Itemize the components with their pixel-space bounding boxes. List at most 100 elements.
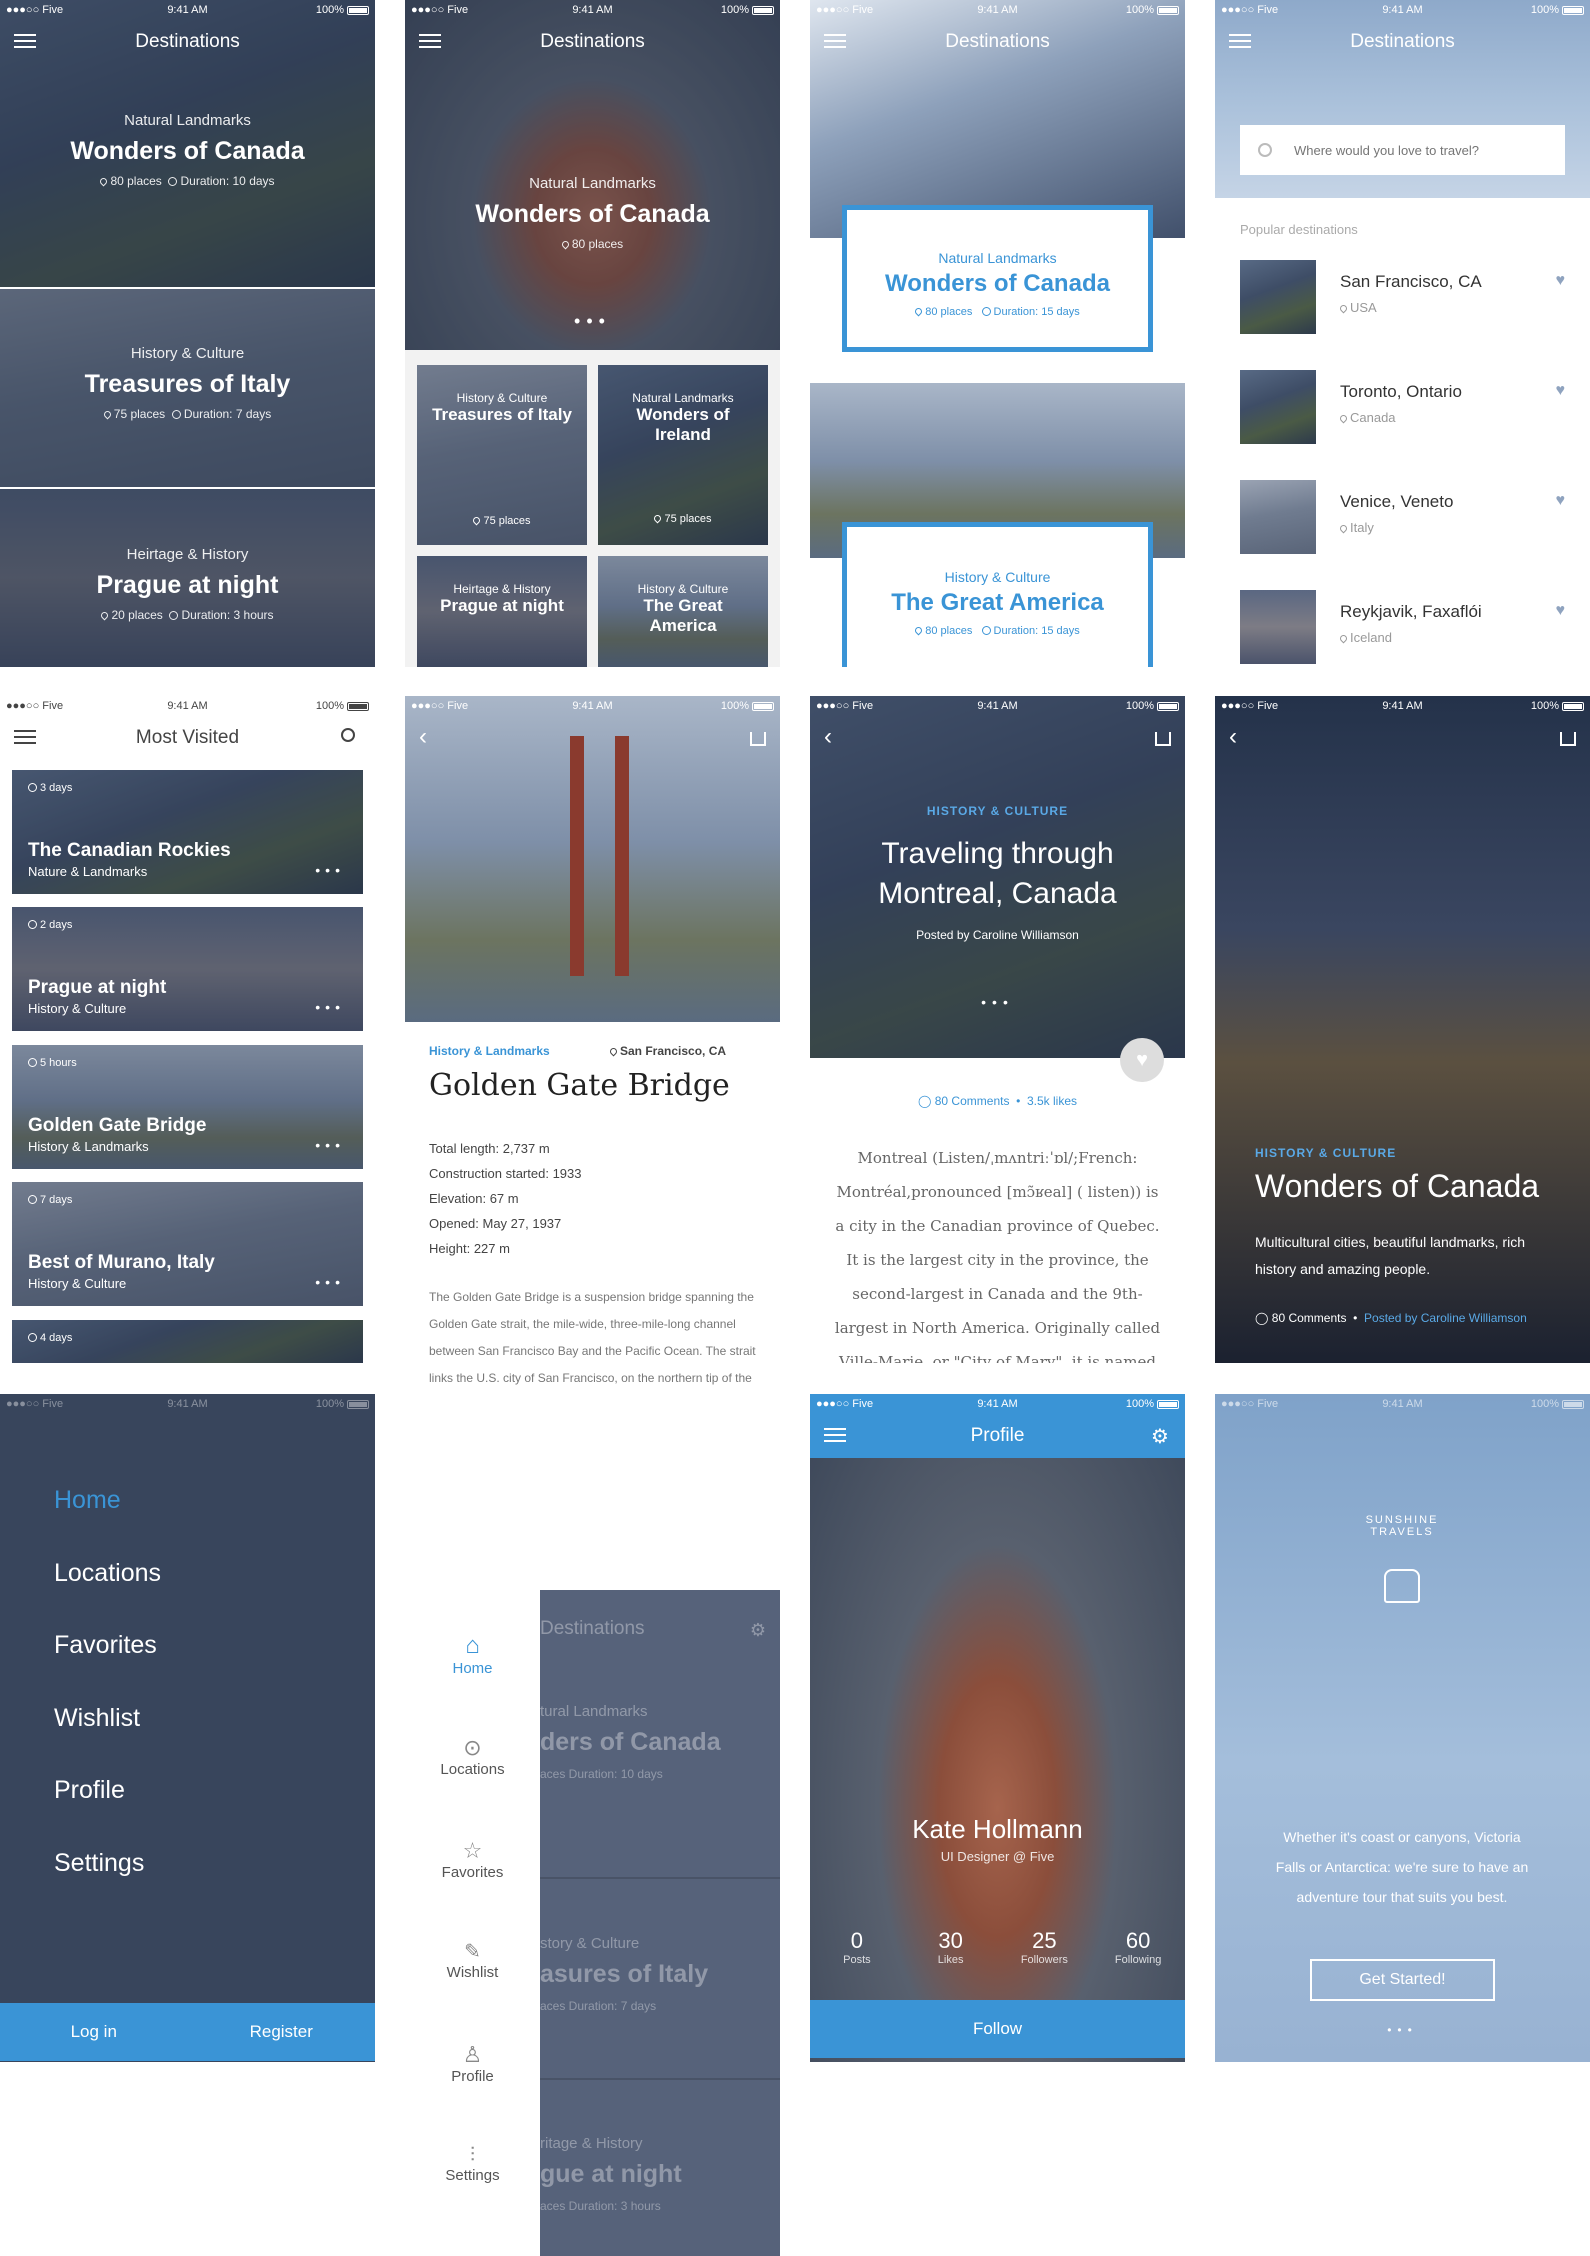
framed-card[interactable]: Natural Landmarks Wonders of Canada 80 p… <box>842 205 1153 352</box>
pager-dots[interactable]: ••• <box>405 311 780 332</box>
list-card[interactable]: 3 days The Canadian Rockies Nature & Lan… <box>12 770 363 894</box>
stat-followers[interactable]: 25 Followers <box>998 1928 1092 1966</box>
more-icon[interactable]: ••• <box>315 1137 345 1153</box>
menu-icon[interactable] <box>1229 30 1251 52</box>
hero-title: Wonders of Canada <box>475 200 710 228</box>
menu-item-home[interactable]: Home <box>54 1464 161 1537</box>
place-name: San Francisco, CA <box>1340 272 1482 291</box>
share-icon[interactable] <box>1155 732 1171 746</box>
heart-icon[interactable]: ♥ <box>1556 590 1566 620</box>
location-icon: ⊙ <box>463 1735 482 1760</box>
list-item[interactable]: San Francisco, CA USA ♥ <box>1240 260 1565 370</box>
list-item[interactable]: Venice, Veneto Italy ♥ <box>1240 480 1565 590</box>
list-card[interactable]: 2 days Prague at night History & Culture… <box>12 907 363 1031</box>
place-name: Toronto, Ontario <box>1340 382 1462 401</box>
status-bar: ●●●○○ Five 9:41 AM 100% <box>810 696 1185 716</box>
pager-dots[interactable]: ••• <box>1215 2023 1590 2037</box>
menu-item-wishlist[interactable]: ✎ Wishlist <box>405 1939 540 2042</box>
article-description: Multicultural cities, beautiful landmark… <box>1255 1234 1525 1277</box>
list-item[interactable]: Reykjavik, Faxaflói Iceland ♥ <box>1240 590 1565 667</box>
card-title: Golden Gate Bridge <box>28 1115 207 1136</box>
grid-card-category: History & Culture <box>637 582 729 596</box>
pin-icon <box>98 176 109 187</box>
list-item[interactable]: Toronto, Ontario Canada ♥ <box>1240 370 1565 480</box>
list-card[interactable]: 5 hours Golden Gate Bridge History & Lan… <box>12 1045 363 1169</box>
menu-item-settings[interactable]: ⫶ Settings <box>405 2144 540 2246</box>
heart-icon[interactable]: ♥ <box>1556 480 1566 510</box>
destination-card[interactable]: History & Culture Treasures of Italy 75 … <box>0 289 375 487</box>
menu-item-settings[interactable]: Settings <box>54 1827 161 1900</box>
stat-likes[interactable]: 30 Likes <box>904 1928 998 1966</box>
grid-card[interactable]: History & Culture The Great America <box>598 556 768 667</box>
fact-value: May 27, 1937 <box>478 1216 562 1231</box>
clock-icon <box>28 1333 37 1342</box>
menu-icon[interactable] <box>14 30 36 52</box>
share-icon[interactable] <box>750 732 766 746</box>
search-input[interactable] <box>1294 142 1534 158</box>
login-button[interactable]: Log in <box>0 2022 188 2042</box>
destination-card[interactable]: Heirtage & History Prague at night 20 pl… <box>0 489 375 667</box>
back-icon[interactable]: ‹ <box>824 725 846 749</box>
likes-count[interactable]: 3.5k likes <box>1027 1094 1077 1108</box>
menu-item-home[interactable]: ⌂ Home <box>405 1632 540 1735</box>
grid-card[interactable]: Natural Landmarks Wonders of Ireland 75 … <box>598 365 768 545</box>
grid-card[interactable]: Heirtage & History Prague at night <box>417 556 587 667</box>
menu-icon[interactable] <box>824 30 846 52</box>
get-started-button[interactable]: Get Started! <box>1310 1959 1495 2001</box>
more-icon[interactable]: ••• <box>315 999 345 1015</box>
stat-following[interactable]: 60 Following <box>1091 1928 1185 1966</box>
list-card[interactable]: 4 days <box>12 1320 363 1363</box>
stat-posts[interactable]: 0 Posts <box>810 1928 904 1966</box>
clock-icon <box>28 920 37 929</box>
article-body: Montreal (Listen/ˌmʌntriːˈɒl/;French: Mo… <box>834 1149 1161 1363</box>
menu-item-profile[interactable]: Profile <box>54 1754 161 1827</box>
page-title: Destinations <box>945 31 1050 52</box>
author-label[interactable]: Posted by Caroline Williamson <box>1364 1311 1527 1325</box>
fact-label: Construction started: <box>429 1166 549 1181</box>
fact-value: 2,737 m <box>499 1141 550 1156</box>
notepad-icon: ✎ <box>464 1941 481 1963</box>
menu-icon[interactable] <box>419 30 441 52</box>
grid-card-title: The Great America <box>643 596 723 635</box>
card-category: Natural Landmarks <box>938 250 1057 266</box>
card-subtitle: History & Culture <box>28 1001 127 1016</box>
bg-title: Destinations <box>540 1618 645 1639</box>
thumbnail <box>1240 370 1316 444</box>
framed-card[interactable]: History & Culture The Great America 80 p… <box>842 522 1153 667</box>
comments-count[interactable]: 80 Comments <box>935 1094 1010 1108</box>
menu-item-locations[interactable]: ⊙ Locations <box>405 1735 540 1838</box>
menu-item-favorites[interactable]: ☆ Favorites <box>405 1838 540 1939</box>
menu-item-favorites[interactable]: Favorites <box>54 1609 161 1682</box>
stats-row: 0 Posts 30 Likes 25 Followers 60 Following <box>810 1928 1185 1966</box>
menu-item-profile[interactable]: ♙ Profile <box>405 2042 540 2144</box>
pager-dots[interactable]: ••• <box>810 994 1185 1010</box>
comments-count[interactable]: 80 Comments <box>1272 1311 1347 1325</box>
search-bar[interactable] <box>1240 125 1565 175</box>
status-bar: ●●●○○ Five 9:41 AM 100% <box>0 696 375 716</box>
grid-card-title: Wonders of Ireland <box>636 405 730 444</box>
place-name: Reykjavik, Faxaflói <box>1340 602 1482 621</box>
back-icon[interactable]: ‹ <box>1229 725 1251 749</box>
search-icon[interactable] <box>339 726 361 748</box>
heart-icon[interactable]: ♥ <box>1556 260 1566 290</box>
status-bar: ●●●○○ Five 9:41 AM 100% <box>1215 1394 1590 1414</box>
more-icon[interactable]: ••• <box>315 862 345 878</box>
register-button[interactable]: Register <box>188 2022 376 2042</box>
share-icon[interactable] <box>1560 732 1576 746</box>
status-bar: ●●●○○ Five 9:41 AM 100% <box>1215 696 1590 716</box>
menu-icon[interactable] <box>824 1424 846 1446</box>
gear-icon[interactable]: ⚙ <box>1149 1424 1171 1448</box>
back-icon[interactable]: ‹ <box>419 725 441 749</box>
menu-icon[interactable] <box>14 726 36 748</box>
list-card[interactable]: 7 days Best of Murano, Italy History & C… <box>12 1182 363 1306</box>
more-icon[interactable]: ••• <box>315 1274 345 1290</box>
menu-item-locations[interactable]: Locations <box>54 1537 161 1610</box>
bg-card-title: asures of Italy <box>540 1960 709 1988</box>
grid-card[interactable]: History & Culture Treasures of Italy 75 … <box>417 365 587 545</box>
menu-item-wishlist[interactable]: Wishlist <box>54 1682 161 1755</box>
like-button[interactable]: ♥ <box>1120 1038 1164 1082</box>
heart-icon[interactable]: ♥ <box>1556 370 1566 400</box>
follow-button[interactable]: Follow <box>810 2000 1185 2058</box>
grid-card-title: Treasures of Italy <box>432 405 572 424</box>
destination-title: Wonders of Canada <box>70 137 305 165</box>
